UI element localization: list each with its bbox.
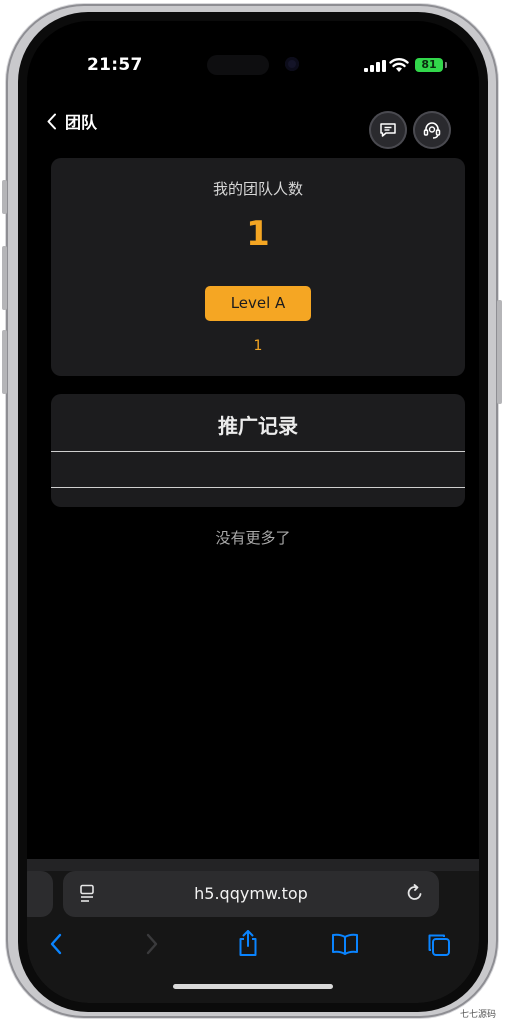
book-icon[interactable] (331, 933, 359, 955)
nav-bar: 团队 (27, 103, 479, 153)
divider (51, 451, 465, 452)
team-size-value: 1 (246, 214, 270, 254)
cellular-signal-icon (364, 60, 386, 72)
message-icon (380, 123, 396, 137)
screen: 21:57 81 团队 我的团队人数 1 Level A 1 推广记录 没有更多… (27, 21, 479, 1003)
watermark: 七七源码 (459, 1009, 496, 1019)
island-sensor (207, 55, 269, 75)
team-size-label: 我的团队人数 (212, 180, 303, 198)
browser-forward-icon[interactable] (145, 933, 159, 955)
promotion-records-title: 推广记录 (218, 414, 298, 438)
message-button[interactable] (369, 111, 407, 149)
divider (51, 487, 465, 488)
home-indicator (173, 984, 333, 989)
chevron-left-icon (47, 113, 56, 129)
status-time: 21:57 (87, 55, 143, 75)
nav-title: 团队 (65, 113, 98, 132)
list-end-text: 没有更多了 (215, 529, 291, 547)
phone-frame: 21:57 81 团队 我的团队人数 1 Level A 1 推广记录 没有更多… (2, 4, 502, 1018)
volume-down-button (2, 330, 7, 394)
reload-icon[interactable] (405, 883, 425, 903)
address-bar[interactable]: h5.qqymw.top (63, 871, 439, 917)
back-button[interactable]: 团队 (47, 109, 97, 133)
customer-service-button[interactable] (413, 111, 451, 149)
browser-back-icon[interactable] (49, 933, 63, 955)
front-camera (285, 57, 299, 71)
power-button (497, 300, 502, 404)
battery-indicator: 81 (415, 58, 447, 72)
previous-tab-preview[interactable] (27, 871, 53, 917)
headset-icon (423, 122, 441, 139)
toolbar-strip (27, 859, 479, 871)
promotion-records-card: 推广记录 (51, 394, 465, 507)
tabs-icon[interactable] (427, 933, 451, 957)
volume-up-button (2, 246, 7, 310)
wifi-icon (389, 58, 409, 72)
url-text: h5.qqymw.top (194, 884, 308, 903)
level-count: 1 (253, 338, 263, 354)
status-bar: 21:57 81 (27, 47, 479, 85)
team-summary-card: 我的团队人数 1 Level A 1 (51, 158, 465, 376)
share-icon[interactable] (236, 929, 260, 957)
action-button (2, 180, 7, 214)
level-button[interactable]: Level A (205, 286, 311, 321)
browser-toolbar: h5.qqymw.top (27, 859, 479, 1003)
dynamic-island (201, 47, 321, 81)
bezel: 21:57 81 团队 我的团队人数 1 Level A 1 推广记录 没有更多… (18, 12, 488, 1012)
